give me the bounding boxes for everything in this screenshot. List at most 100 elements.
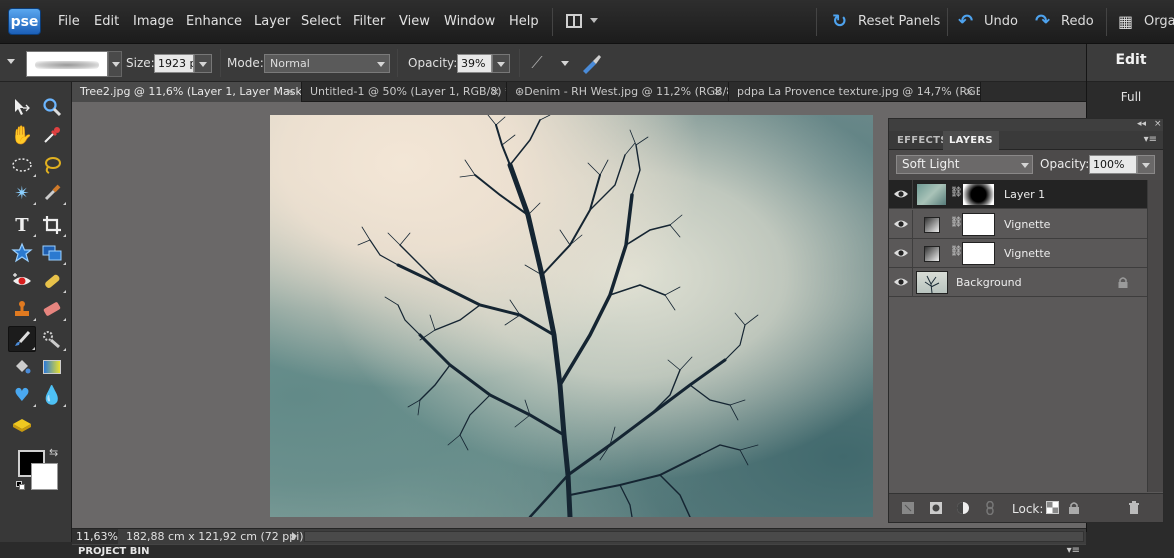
tool-preset-chevron-icon[interactable] bbox=[7, 59, 15, 64]
mode-dropdown[interactable]: Normal bbox=[264, 54, 390, 73]
edit-tab[interactable]: Edit bbox=[1087, 52, 1174, 68]
brush-preset-picker[interactable] bbox=[26, 51, 108, 77]
opacity-input[interactable]: 39% bbox=[457, 54, 492, 73]
layer-mask-thumbnail[interactable] bbox=[962, 213, 995, 236]
mask-link-icon[interactable]: ⛓ bbox=[950, 217, 963, 228]
layer-thumbnail[interactable] bbox=[916, 271, 948, 294]
undo-button[interactable]: ↶ Undo bbox=[958, 11, 1022, 33]
mask-link-icon[interactable]: ⛓ bbox=[950, 246, 963, 257]
project-bin-bar[interactable]: PROJECT BIN ▾≡ bbox=[72, 544, 1086, 558]
menu-file[interactable]: File bbox=[58, 14, 80, 29]
lock-all-icon[interactable] bbox=[1067, 501, 1081, 515]
trash-icon[interactable] bbox=[1127, 501, 1141, 515]
marquee-tool-icon[interactable] bbox=[8, 152, 36, 178]
lock-transparency-icon[interactable] bbox=[1046, 501, 1059, 514]
sponge-tool-icon[interactable] bbox=[8, 412, 36, 438]
layer-mask-thumbnail[interactable] bbox=[962, 242, 995, 265]
clone-stamp-tool-icon[interactable] bbox=[8, 296, 36, 322]
new-layer-icon[interactable] bbox=[901, 501, 915, 515]
crop-tool-icon[interactable] bbox=[38, 212, 66, 238]
blur-tool-icon[interactable]: 💧 bbox=[38, 382, 66, 408]
visibility-eye-icon[interactable] bbox=[893, 275, 909, 289]
layer-thumbnail[interactable] bbox=[916, 183, 947, 206]
menu-edit[interactable]: Edit bbox=[94, 14, 119, 29]
custom-shape-tool-icon[interactable]: ♥ bbox=[8, 382, 36, 408]
layer-mask-thumbnail[interactable] bbox=[962, 183, 995, 206]
eraser-tool-icon[interactable] bbox=[38, 296, 66, 322]
tab-denim[interactable]: ⊛Denim - RH West.jpg @ 11,2% (RGB/8) × bbox=[507, 82, 729, 102]
close-icon[interactable]: × bbox=[965, 82, 974, 102]
quick-selection-tool-icon[interactable] bbox=[38, 180, 66, 206]
reset-panels-button[interactable]: ↻ Reset Panels bbox=[832, 11, 942, 33]
type-tool-icon[interactable]: T bbox=[8, 212, 36, 238]
adjustment-layer-icon[interactable] bbox=[924, 217, 940, 233]
close-panel-icon[interactable]: × bbox=[1154, 119, 1162, 129]
tab-provence[interactable]: pdpa La Provence texture.jpg @ 14,7% (RG… bbox=[729, 82, 981, 102]
horizontal-scrollbar[interactable] bbox=[304, 531, 1084, 542]
menu-image[interactable]: Image bbox=[133, 14, 174, 29]
adjustment-layer-icon[interactable] bbox=[924, 246, 940, 262]
link-layers-icon[interactable] bbox=[983, 501, 997, 515]
magic-wand-tool-icon[interactable]: ✴ bbox=[8, 180, 36, 206]
airbrush-icon[interactable]: ⟋ bbox=[527, 53, 547, 73]
brush-preset-dropdown[interactable] bbox=[108, 51, 122, 77]
visibility-eye-icon[interactable] bbox=[893, 217, 909, 231]
menu-help[interactable]: Help bbox=[509, 14, 539, 29]
mask-link-icon[interactable]: ⛓ bbox=[950, 187, 963, 198]
size-slider-button[interactable] bbox=[194, 54, 212, 73]
cookie-cutter-tool-icon[interactable] bbox=[8, 240, 36, 266]
zoom-level[interactable]: 11,63% bbox=[72, 529, 118, 544]
close-icon[interactable]: × bbox=[713, 82, 722, 102]
swap-colors-icon[interactable]: ⇆ bbox=[49, 446, 58, 459]
move-tool-icon[interactable] bbox=[8, 94, 36, 120]
edit-full-tab[interactable]: Full bbox=[1087, 90, 1174, 104]
opacity-slider-button[interactable] bbox=[492, 54, 510, 73]
close-icon[interactable]: × bbox=[491, 82, 500, 102]
menu-select[interactable]: Select bbox=[301, 14, 341, 29]
menu-filter[interactable]: Filter bbox=[353, 14, 385, 29]
layer-row-vignette-2[interactable]: ⛓ Vignette bbox=[889, 239, 1147, 268]
adjustment-layer-icon[interactable] bbox=[956, 501, 970, 515]
background-color-swatch[interactable] bbox=[31, 463, 58, 490]
layer-opacity-input[interactable]: 100% bbox=[1089, 155, 1137, 174]
project-bin-menu-icon[interactable]: ▾≡ bbox=[1067, 545, 1080, 556]
recompose-tool-icon[interactable] bbox=[38, 240, 66, 266]
arrange-documents-button[interactable] bbox=[566, 12, 602, 32]
eyedropper-tool-icon[interactable] bbox=[38, 122, 66, 148]
smart-brush-tool-icon[interactable] bbox=[38, 326, 66, 352]
visibility-eye-icon[interactable] bbox=[893, 246, 909, 260]
panel-menu-icon[interactable]: ▾≡ bbox=[1144, 134, 1157, 145]
brush-tool-icon[interactable] bbox=[8, 326, 36, 352]
lasso-tool-icon[interactable] bbox=[38, 152, 66, 178]
default-colors-icon[interactable] bbox=[16, 481, 25, 490]
zoom-tool-icon[interactable] bbox=[38, 94, 66, 120]
close-icon[interactable]: × bbox=[286, 82, 295, 102]
healing-brush-tool-icon[interactable] bbox=[38, 268, 66, 294]
blend-mode-dropdown[interactable]: Soft Light bbox=[896, 155, 1033, 174]
paint-bucket-tool-icon[interactable] bbox=[8, 354, 36, 380]
visibility-eye-icon[interactable] bbox=[893, 187, 909, 201]
size-input[interactable]: 1923 px bbox=[154, 54, 194, 73]
tab-tree2[interactable]: Tree2.jpg @ 11,6% (Layer 1, Layer Mask/8… bbox=[72, 82, 302, 102]
menu-enhance[interactable]: Enhance bbox=[186, 14, 242, 29]
tab-layers[interactable]: LAYERS bbox=[943, 131, 999, 150]
document-image-tree[interactable] bbox=[270, 115, 873, 517]
collapse-panel-icon[interactable]: ◂◂ bbox=[1137, 119, 1146, 129]
brush-settings-chevron-icon[interactable] bbox=[561, 61, 569, 66]
layers-scrollbar[interactable] bbox=[1147, 180, 1163, 492]
red-eye-tool-icon[interactable] bbox=[8, 268, 36, 294]
menu-view[interactable]: View bbox=[399, 14, 430, 29]
layer-row-layer1[interactable]: ⛓ Layer 1 bbox=[889, 180, 1147, 209]
organizer-button[interactable]: ▦ Orga bbox=[1118, 11, 1174, 33]
add-layer-mask-icon[interactable] bbox=[929, 501, 943, 515]
status-menu-arrow-icon[interactable] bbox=[292, 532, 297, 540]
layer-opacity-slider-button[interactable] bbox=[1137, 155, 1155, 174]
gradient-tool-icon[interactable] bbox=[38, 354, 66, 380]
menu-window[interactable]: Window bbox=[444, 14, 495, 29]
layer-row-background[interactable]: Background bbox=[889, 268, 1147, 297]
redo-button[interactable]: ↷ Redo bbox=[1035, 11, 1099, 33]
tab-untitled[interactable]: Untitled-1 @ 50% (Layer 1, RGB/8) * × bbox=[302, 82, 507, 102]
menu-layer[interactable]: Layer bbox=[254, 14, 290, 29]
layer-row-vignette-1[interactable]: ⛓ Vignette bbox=[889, 210, 1147, 239]
tablet-settings-icon[interactable] bbox=[579, 53, 603, 75]
